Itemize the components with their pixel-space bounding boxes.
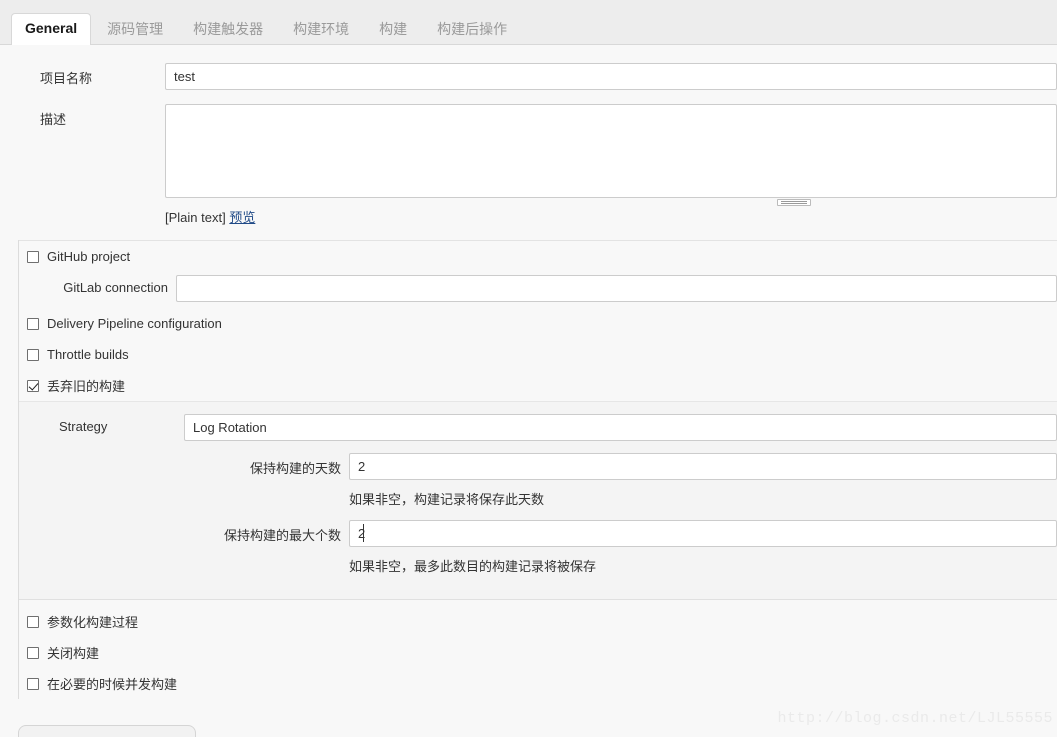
checkbox-icon-concurrent-build[interactable]	[27, 677, 39, 690]
tab-build-triggers[interactable]: 构建触发器	[179, 14, 277, 46]
days-to-keep-input[interactable]	[349, 453, 1057, 480]
delivery-pipeline-label: Delivery Pipeline configuration	[47, 316, 222, 331]
tab-general[interactable]: General	[11, 13, 92, 46]
strategy-label: Strategy	[59, 419, 108, 434]
discard-old-builds-label: 丢弃旧的构建	[47, 379, 126, 394]
markup-formatter-row: [Plain text] 预览	[0, 198, 1057, 226]
project-name-label: 项目名称	[40, 71, 93, 86]
delivery-pipeline-checkbox-row[interactable]: Delivery Pipeline configuration	[19, 308, 1057, 339]
github-project-label: GitHub project	[47, 249, 131, 264]
disable-build-checkbox-row[interactable]: 关闭构建	[19, 637, 1057, 668]
gitlab-connection-input[interactable]	[176, 275, 1057, 302]
max-builds-input[interactable]	[349, 520, 1057, 547]
tab-post-build-actions[interactable]: 构建后操作	[423, 14, 521, 46]
discard-old-builds-checkbox-row[interactable]: 丢弃旧的构建	[19, 370, 1057, 401]
disable-build-label: 关闭构建	[47, 646, 100, 661]
description-label: 描述	[40, 112, 67, 127]
checkbox-icon-github-project[interactable]	[27, 250, 39, 263]
days-to-keep-label: 保持构建的天数	[249, 461, 341, 476]
options-section: GitHub project GitLab connection Deliver…	[18, 240, 1057, 699]
general-form: 项目名称 描述 [Plain text] 预览	[0, 45, 1057, 737]
tab-build[interactable]: 构建	[365, 14, 421, 46]
concurrent-build-checkbox-row[interactable]: 在必要的时候并发构建	[19, 668, 1057, 699]
log-rotation-strategy-panel: Strategy Log Rotation 保持构建的天数 如果非空，构建记录将…	[19, 401, 1057, 600]
project-name-row: 项目名称	[0, 63, 1057, 90]
text-cursor	[363, 524, 364, 542]
github-project-checkbox-row[interactable]: GitHub project	[19, 241, 1057, 272]
days-to-keep-row: 保持构建的天数	[19, 453, 1057, 480]
checkbox-icon-disable-build[interactable]	[27, 646, 39, 659]
max-builds-label: 保持构建的最大个数	[223, 528, 341, 543]
description-row: 描述	[0, 104, 1057, 206]
tab-source-code-management[interactable]: 源码管理	[93, 14, 177, 46]
gitlab-connection-row: GitLab connection	[19, 272, 1057, 308]
description-textarea[interactable]	[165, 104, 1057, 198]
gitlab-connection-label: GitLab connection	[63, 280, 168, 295]
max-builds-row: 保持构建的最大个数	[19, 520, 1057, 547]
days-to-keep-help-text: 如果非空，构建记录将保存此天数	[349, 492, 545, 507]
markup-type-label: [Plain text]	[165, 210, 226, 225]
checkbox-icon-parameterized-build[interactable]	[27, 615, 39, 628]
throttle-builds-label: Throttle builds	[47, 347, 129, 362]
jenkins-job-config-page: General 源码管理 构建触发器 构建环境 构建 构建后操作 项目名称 描述	[0, 0, 1057, 737]
tab-build-environment[interactable]: 构建环境	[279, 14, 363, 46]
project-name-input[interactable]	[165, 63, 1057, 90]
textarea-resize-handle[interactable]	[777, 199, 811, 206]
watermark-text: http://blog.csdn.net/LJL55555	[777, 710, 1053, 727]
concurrent-build-label: 在必要的时候并发构建	[47, 677, 178, 692]
parameterized-build-label: 参数化构建过程	[47, 615, 139, 630]
config-tabbar: General 源码管理 构建触发器 构建环境 构建 构建后操作	[0, 0, 1057, 46]
general-section: 项目名称 描述 [Plain text] 预览	[0, 45, 1057, 232]
checkbox-icon-throttle-builds[interactable]	[27, 348, 39, 361]
parameterized-build-checkbox-row[interactable]: 参数化构建过程	[19, 606, 1057, 637]
throttle-builds-checkbox-row[interactable]: Throttle builds	[19, 339, 1057, 370]
checkbox-icon-delivery-pipeline[interactable]	[27, 317, 39, 330]
strategy-row: Strategy Log Rotation	[19, 414, 1057, 441]
checkbox-icon-discard-old-builds[interactable]	[27, 379, 39, 392]
floating-action-bar[interactable]	[18, 725, 196, 737]
preview-link[interactable]: 预览	[229, 210, 255, 225]
strategy-select[interactable]: Log Rotation	[184, 414, 1057, 441]
max-builds-help-text: 如果非空，最多此数目的构建记录将被保存	[349, 559, 597, 574]
